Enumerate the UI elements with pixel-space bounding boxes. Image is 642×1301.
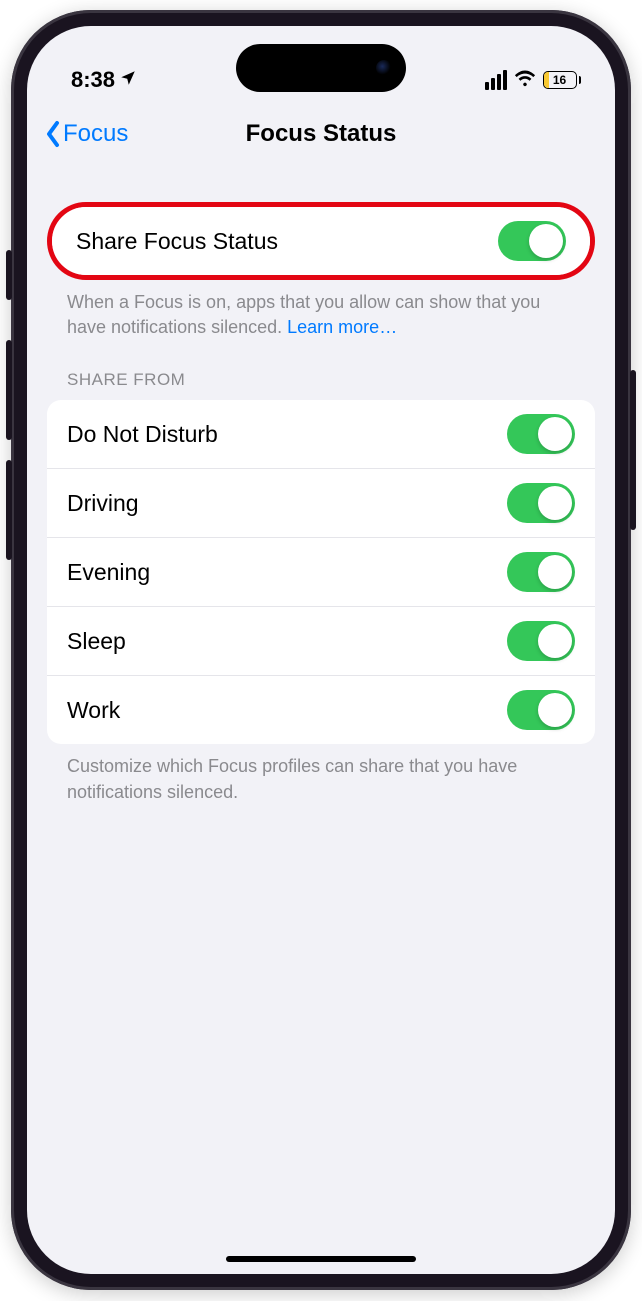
focus-row-sleep[interactable]: Sleep <box>47 607 595 676</box>
share-from-footer: Customize which Focus profiles can share… <box>47 744 595 804</box>
share-focus-status-toggle[interactable] <box>498 221 566 261</box>
learn-more-link[interactable]: Learn more… <box>287 317 397 337</box>
page-title: Focus Status <box>246 120 397 148</box>
home-indicator[interactable] <box>226 1256 416 1262</box>
focus-toggle-do-not-disturb[interactable] <box>507 414 575 454</box>
wifi-icon <box>514 67 536 93</box>
share-focus-status-label: Share Focus Status <box>76 228 278 255</box>
cellular-signal-icon <box>485 70 507 90</box>
status-time: 8:38 <box>71 67 115 93</box>
focus-label: Driving <box>67 490 139 517</box>
back-button[interactable]: Focus <box>45 120 128 148</box>
side-button-power <box>630 370 636 530</box>
battery-indicator: 16 <box>543 71 582 89</box>
content-area: Share Focus Status When a Focus is on, a… <box>27 162 615 805</box>
focus-label: Sleep <box>67 628 126 655</box>
focus-row-evening[interactable]: Evening <box>47 538 595 607</box>
focus-row-driving[interactable]: Driving <box>47 469 595 538</box>
focus-toggle-driving[interactable] <box>507 483 575 523</box>
focus-label: Evening <box>67 559 150 586</box>
dynamic-island <box>236 44 406 92</box>
share-status-highlight: Share Focus Status <box>47 202 595 280</box>
side-button-silence <box>6 250 12 300</box>
focus-toggle-sleep[interactable] <box>507 621 575 661</box>
focus-toggle-work[interactable] <box>507 690 575 730</box>
focus-label: Work <box>67 697 120 724</box>
share-status-description: When a Focus is on, apps that you allow … <box>47 280 595 340</box>
focus-toggle-evening[interactable] <box>507 552 575 592</box>
share-from-group: SHARE FROM Do Not Disturb Driving Evenin… <box>47 370 595 804</box>
phone-frame: 8:38 16 <box>11 10 631 1290</box>
back-label: Focus <box>63 120 128 148</box>
focus-row-work[interactable]: Work <box>47 676 595 744</box>
share-status-group: Share Focus Status When a Focus is on, a… <box>47 202 595 340</box>
share-focus-status-row[interactable]: Share Focus Status <box>52 207 590 275</box>
location-icon <box>119 67 137 93</box>
front-camera-icon <box>376 60 392 76</box>
side-button-volume-down <box>6 460 12 560</box>
share-from-header: SHARE FROM <box>47 370 595 400</box>
side-button-volume-up <box>6 340 12 440</box>
focus-label: Do Not Disturb <box>67 421 218 448</box>
navigation-bar: Focus Focus Status <box>27 106 615 162</box>
chevron-left-icon <box>45 120 61 148</box>
screen: 8:38 16 <box>27 26 615 1274</box>
battery-percent: 16 <box>553 73 566 87</box>
focus-row-do-not-disturb[interactable]: Do Not Disturb <box>47 400 595 469</box>
